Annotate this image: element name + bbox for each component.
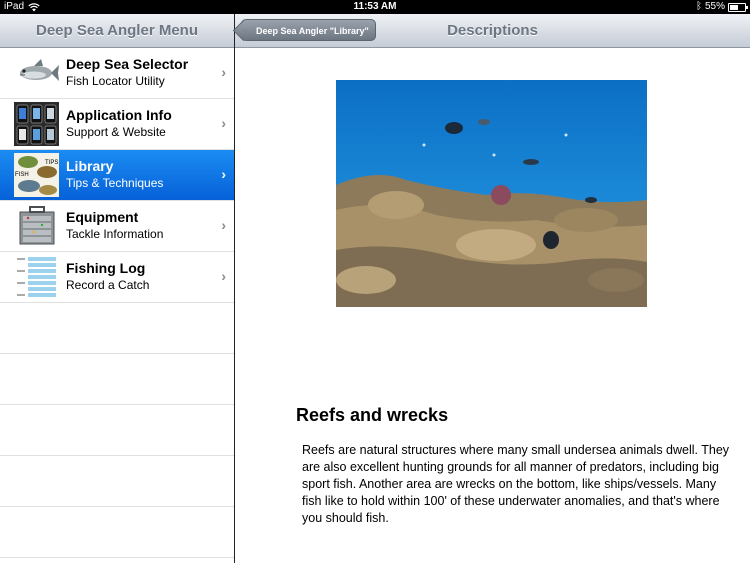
tackle-box-icon (19, 206, 55, 245)
empty-row (0, 507, 234, 558)
menu-item-title: Application Info (66, 107, 172, 123)
status-bar: iPad 11:53 AM ᛒ 55% (0, 0, 750, 14)
article-body: Reefs are natural structures where many … (302, 443, 730, 525)
fish-icon (20, 59, 59, 81)
menu-item-title: Equipment (66, 209, 139, 225)
empty-row (0, 456, 234, 507)
chevron-right-icon: › (221, 115, 226, 131)
empty-row (0, 405, 234, 456)
empty-row (0, 354, 234, 405)
master-pane: Deep Sea Angler Menu Deep Sea Selector F… (0, 14, 235, 563)
menu-item-fishing-log[interactable]: Fishing Log Record a Catch › (0, 252, 234, 303)
menu-item-subtitle: Fish Locator Utility (66, 74, 165, 88)
empty-row (0, 303, 234, 354)
menu-item-title: Fishing Log (66, 260, 146, 276)
master-nav-title: Deep Sea Angler Menu (0, 14, 234, 48)
menu-item-equipment[interactable]: Equipment Tackle Information › (0, 201, 234, 252)
chevron-right-icon: › (221, 166, 226, 182)
menu-item-subtitle: Support & Website (66, 125, 166, 139)
battery-fill (730, 4, 738, 10)
menu-item-subtitle: Record a Catch (66, 278, 150, 292)
battery-percent: 55% (704, 1, 725, 12)
detail-nav-bar: Descriptions Deep Sea Angler "Library" (235, 14, 750, 48)
detail-pane: Descriptions Deep Sea Angler "Library" R… (235, 14, 750, 563)
menu-item-title: Deep Sea Selector (66, 56, 189, 72)
back-button[interactable]: Deep Sea Angler "Library" (241, 19, 376, 41)
menu-item-subtitle: Tackle Information (66, 227, 164, 241)
fish-tips-icon: FISH TIPS (14, 153, 59, 197)
battery-icon (728, 2, 748, 12)
log-sheet-icon (14, 255, 59, 299)
chevron-right-icon: › (221, 64, 226, 80)
chevron-right-icon: › (221, 217, 226, 233)
menu-item-title: Library (66, 158, 114, 174)
chevron-right-icon: › (221, 268, 226, 284)
menu-item-application-info[interactable]: Application Info Support & Website › (0, 99, 234, 150)
menu-item-library[interactable]: FISH TIPS Library Tips & Techniques › (0, 150, 234, 201)
back-button-label: Deep Sea Angler "Library" (256, 26, 369, 36)
svg-text:FISH: FISH (15, 172, 29, 178)
phones-icon (14, 102, 59, 146)
menu-item-deep-sea-selector[interactable]: Deep Sea Selector Fish Locator Utility › (0, 48, 234, 99)
article-heading: Reefs and wrecks (296, 405, 449, 425)
reef-photo (336, 80, 647, 307)
menu-item-subtitle: Tips & Techniques (66, 176, 164, 190)
bluetooth-icon: ᛒ (695, 1, 702, 12)
svg-text:TIPS: TIPS (45, 160, 58, 166)
status-time: 11:53 AM (353, 1, 397, 12)
